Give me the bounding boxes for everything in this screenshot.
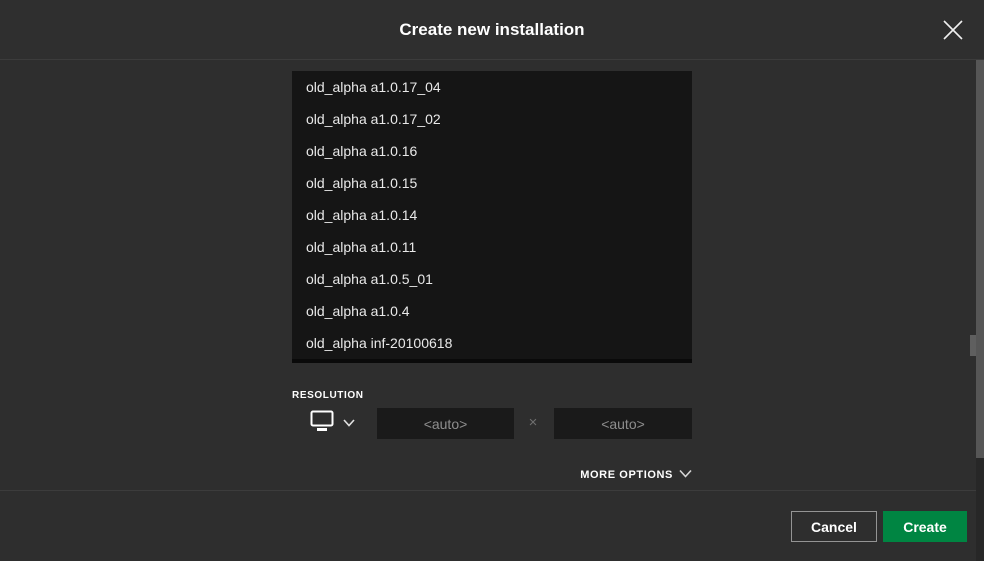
version-label: old_alpha a1.0.5_01 <box>306 271 433 287</box>
chevron-down-icon <box>679 469 692 481</box>
version-list-item[interactable]: old_alpha a1.0.16 <box>292 135 692 167</box>
version-label: old_alpha a1.0.4 <box>306 303 410 319</box>
version-label: old_alpha a1.0.17_04 <box>306 79 441 95</box>
dialog-scrollbar-track[interactable] <box>976 60 984 561</box>
more-options-row: MORE OPTIONS <box>292 465 692 483</box>
create-installation-dialog: Create new installation old_alpha a1.0.1… <box>0 0 984 561</box>
dialog-title: Create new installation <box>399 20 585 39</box>
footer-buttons: Cancel Create <box>791 511 967 542</box>
more-options-label: MORE OPTIONS <box>580 469 673 481</box>
version-label: old_alpha a1.0.15 <box>306 175 418 191</box>
resolution-label: RESOLUTION <box>292 390 364 401</box>
close-button[interactable] <box>940 17 966 43</box>
version-list-item[interactable]: old_alpha a1.0.4 <box>292 295 692 327</box>
version-label: old_alpha a1.0.11 <box>306 239 417 255</box>
version-select-list: old_alpha a1.0.17_04 old_alpha a1.0.17_0… <box>292 71 692 363</box>
version-label: old_alpha a1.0.14 <box>306 207 418 223</box>
more-options-button[interactable]: MORE OPTIONS <box>580 469 692 481</box>
monitor-select-dropdown[interactable] <box>310 410 355 435</box>
resolution-separator: × <box>528 414 538 431</box>
close-icon <box>942 19 964 41</box>
version-list-item[interactable]: old_alpha inf-20100618 <box>292 327 692 359</box>
version-list-item[interactable]: old_alpha a1.0.17_04 <box>292 71 692 103</box>
version-list-item[interactable]: old_alpha a1.0.11 <box>292 231 692 263</box>
resolution-height-input[interactable] <box>554 408 692 439</box>
resolution-width-input[interactable] <box>377 408 514 439</box>
version-label: old_alpha a1.0.16 <box>306 143 418 159</box>
dialog-content: old_alpha a1.0.17_04 old_alpha a1.0.17_0… <box>0 61 976 489</box>
chevron-down-icon <box>343 415 355 430</box>
version-list-item[interactable]: old_alpha a1.0.5_01 <box>292 263 692 295</box>
create-button[interactable]: Create <box>883 511 967 542</box>
dialog-scrollbar-thumb[interactable] <box>976 60 984 458</box>
cancel-button[interactable]: Cancel <box>791 511 877 542</box>
version-list-item[interactable]: old_alpha a1.0.14 <box>292 199 692 231</box>
dialog-header: Create new installation <box>0 0 984 60</box>
resolution-row: × <box>292 408 692 439</box>
version-label: old_alpha a1.0.17_02 <box>306 111 441 127</box>
version-label: old_alpha inf-20100618 <box>306 335 453 351</box>
monitor-icon <box>310 410 335 435</box>
dialog-footer: Cancel Create <box>0 490 984 561</box>
version-list-item[interactable]: old_alpha a1.0.15 <box>292 167 692 199</box>
form-column: old_alpha a1.0.17_04 old_alpha a1.0.17_0… <box>292 71 976 483</box>
version-list-item[interactable]: old_alpha a1.0.17_02 <box>292 103 692 135</box>
